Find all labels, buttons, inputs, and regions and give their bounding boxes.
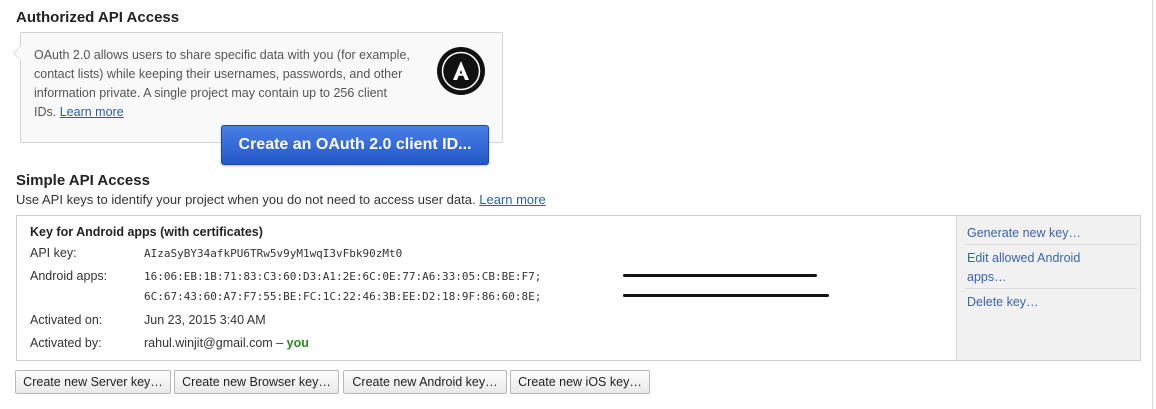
activated-by-dash: – <box>276 336 284 350</box>
divider <box>965 288 1137 289</box>
oauth-description-line: information private. A single project ma… <box>34 86 387 100</box>
edit-allowed-android-apps-link[interactable]: Edit allowed Android apps… <box>967 249 1137 287</box>
activated-by-you: you <box>286 336 309 350</box>
divider <box>965 244 1137 245</box>
oauth-logo-icon <box>437 47 485 95</box>
android-app-fingerprint: 6C:67:43:60:A7:F7:55:BE:FC:1C:22:46:3B:E… <box>144 290 542 303</box>
oauth-learn-more-link[interactable]: Learn more <box>60 105 124 119</box>
simple-api-description: Use API keys to identify your project wh… <box>16 192 546 207</box>
simple-learn-more-link[interactable]: Learn more <box>479 192 545 207</box>
create-android-key-button[interactable]: Create new Android key… <box>343 370 507 394</box>
activated-by-email: rahul.winjit@gmail.com <box>144 336 273 350</box>
create-ios-key-button[interactable]: Create new iOS key… <box>510 370 650 394</box>
oauth-description: OAuth 2.0 allows users to share specific… <box>34 46 434 122</box>
activated-on-value: Jun 23, 2015 3:40 AM <box>144 313 266 327</box>
android-key-panel: Key for Android apps (with certificates)… <box>16 215 1141 361</box>
right-divider <box>1152 0 1153 409</box>
android-app-fingerprint: 16:06:EB:1B:71:83:C3:60:D3:A1:2E:6C:0E:7… <box>144 270 542 283</box>
create-oauth-client-button[interactable]: Create an OAuth 2.0 client ID... <box>221 125 489 165</box>
activated-on-label: Activated on: <box>30 313 103 327</box>
oauth-description-line: IDs. <box>34 105 57 119</box>
edit-apps-line: Edit allowed Android <box>967 251 1081 265</box>
key-title: Key for Android apps (with certificates) <box>30 225 263 239</box>
key-actions-sidebar: Generate new key… Edit allowed Android a… <box>956 216 1140 360</box>
redaction-scribble <box>623 274 817 277</box>
generate-new-key-link[interactable]: Generate new key… <box>967 224 1137 243</box>
key-details: Key for Android apps (with certificates)… <box>17 216 956 360</box>
authorized-api-access-title: Authorized API Access <box>16 9 180 26</box>
create-browser-key-button[interactable]: Create new Browser key… <box>174 370 339 394</box>
activated-by-label: Activated by: <box>30 336 102 350</box>
delete-key-link[interactable]: Delete key… <box>967 293 1137 312</box>
create-server-key-button[interactable]: Create new Server key… <box>15 370 171 394</box>
api-key-label: API key: <box>30 246 77 260</box>
edit-apps-line: apps… <box>967 270 1007 284</box>
api-key-value: AIzaSyBY34afkPU6TRw5v9yM1wqI3vFbk90zMt0 <box>144 247 403 260</box>
simple-description-text: Use API keys to identify your project wh… <box>16 192 476 207</box>
oauth-description-line: contact lists) while keeping their usern… <box>34 67 403 81</box>
android-apps-label: Android apps: <box>30 269 108 283</box>
redaction-scribble <box>623 294 829 297</box>
activated-by-value: rahul.winjit@gmail.com – you <box>144 336 309 350</box>
oauth-description-line: OAuth 2.0 allows users to share specific… <box>34 48 410 62</box>
simple-api-access-title: Simple API Access <box>16 172 150 189</box>
